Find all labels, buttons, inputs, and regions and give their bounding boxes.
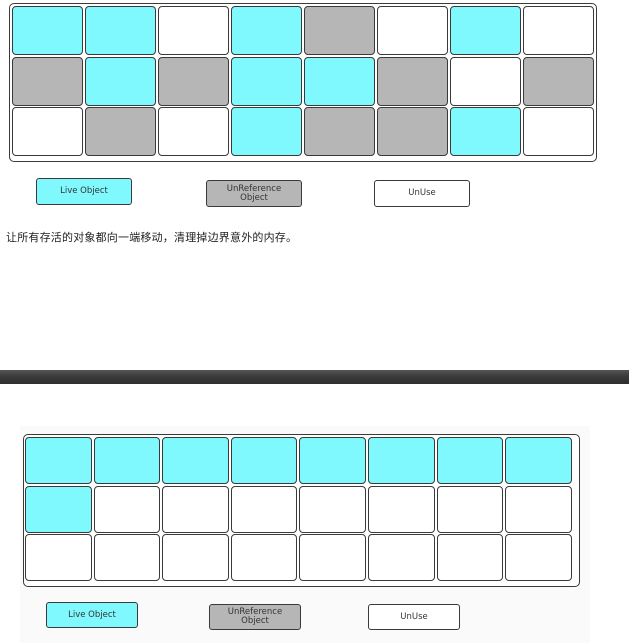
memory-cell-unuse — [377, 6, 448, 55]
memory-cell-live — [93, 437, 161, 484]
memory-cell-live — [505, 437, 572, 484]
legend-live-object: Live Object — [36, 178, 132, 205]
legend-live-object: Live Object — [46, 602, 138, 628]
memory-cell-unref — [377, 107, 448, 156]
memory-cell-unref — [85, 107, 156, 156]
memory-cell-live — [231, 56, 302, 106]
memory-cell-unref — [158, 56, 229, 106]
legend-unreference-object: UnReference Object — [209, 604, 301, 630]
memory-cell-unuse — [368, 485, 435, 533]
caption-text: 让所有存活的对象都向一端移动，清理掉边界意外的内存。 — [6, 231, 298, 244]
memory-cell-unuse — [299, 534, 366, 581]
legend-unuse: UnUse — [368, 604, 460, 630]
memory-cell-unref — [12, 56, 83, 106]
memory-cell-unuse — [230, 534, 298, 581]
memory-cell-unuse — [158, 6, 229, 55]
memory-cell-live — [368, 437, 435, 484]
memory-cell-live — [231, 107, 302, 156]
memory-cell-unuse — [162, 485, 229, 533]
memory-cell-live — [12, 6, 83, 55]
memory-cell-live — [162, 437, 229, 484]
memory-cell-unuse — [505, 485, 572, 533]
memory-cell-unuse — [450, 56, 521, 106]
memory-cell-live — [85, 56, 156, 106]
memory-cell-unuse — [230, 485, 298, 533]
memory-cell-unuse — [25, 534, 92, 581]
memory-cell-live — [304, 56, 375, 106]
memory-cell-live — [230, 437, 298, 484]
memory-cell-unuse — [158, 107, 229, 156]
legend-unreference-object: UnReference Object — [206, 180, 302, 207]
memory-cell-live — [436, 437, 504, 484]
memory-cell-unuse — [299, 485, 366, 533]
memory-cell-unuse — [93, 485, 161, 533]
memory-cell-unref — [377, 56, 448, 106]
section-divider — [0, 370, 629, 384]
memory-cell-unref — [523, 56, 594, 106]
memory-cell-unuse — [436, 534, 504, 581]
memory-cell-live — [231, 6, 302, 55]
memory-cell-unuse — [505, 534, 572, 581]
memory-cell-live — [450, 107, 521, 156]
memory-cell-unuse — [162, 534, 229, 581]
memory-cell-live — [85, 6, 156, 55]
memory-cell-unuse — [93, 534, 161, 581]
memory-cell-live — [25, 485, 92, 533]
legend-unuse: UnUse — [374, 180, 470, 207]
memory-cell-live — [299, 437, 366, 484]
memory-cell-live — [450, 6, 521, 55]
memory-cell-unuse — [436, 485, 504, 533]
memory-cell-unuse — [523, 107, 594, 156]
memory-cell-live — [25, 437, 92, 484]
memory-cell-unuse — [523, 6, 594, 55]
memory-cell-unref — [304, 6, 375, 55]
memory-cell-unuse — [368, 534, 435, 581]
memory-cell-unref — [304, 107, 375, 156]
memory-cell-unuse — [12, 107, 83, 156]
